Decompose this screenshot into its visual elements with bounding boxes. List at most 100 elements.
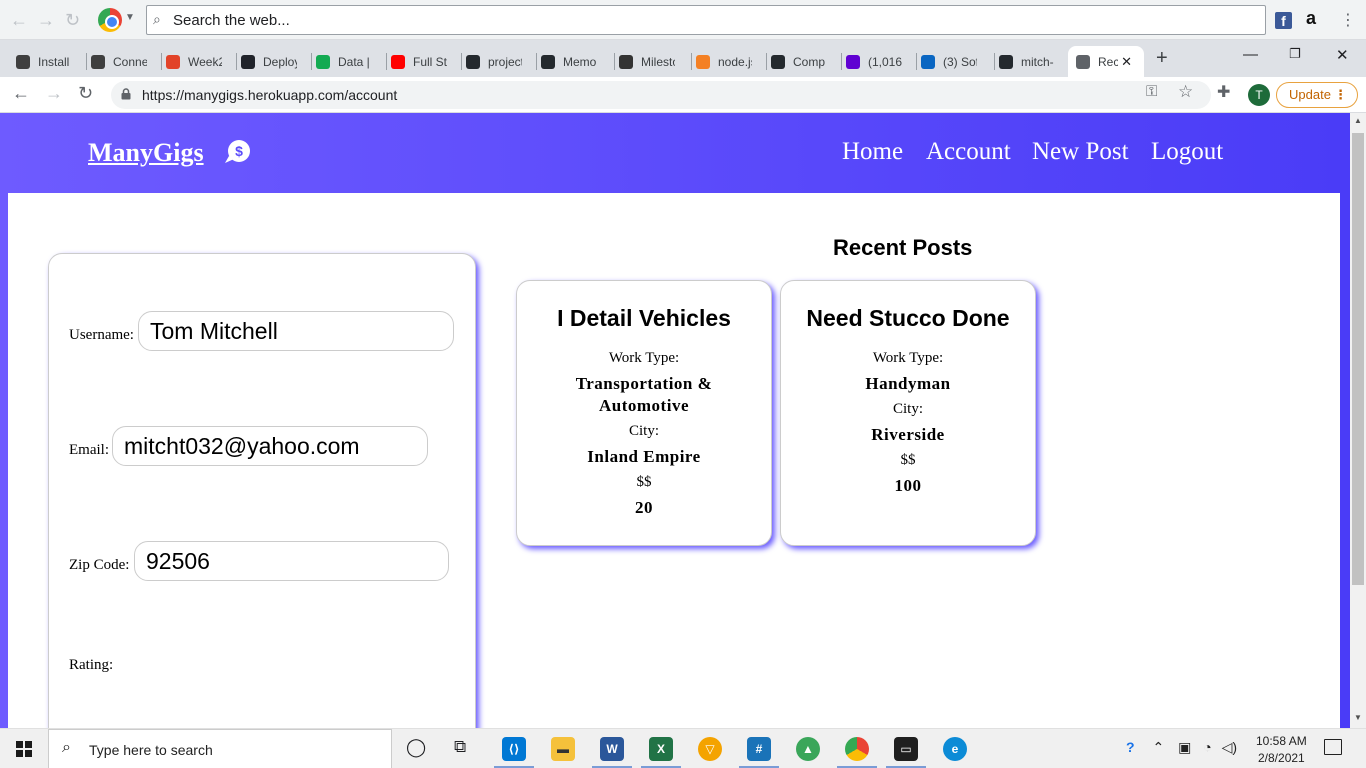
tab-7[interactable]: Memo: [537, 46, 615, 77]
tab-5[interactable]: Full Sta: [387, 46, 462, 77]
tab-4[interactable]: Data |: [312, 46, 387, 77]
clock-time[interactable]: 10:58 AM: [1256, 734, 1307, 748]
wifi-icon[interactable]: ◔: [1203, 739, 1211, 755]
nav-account[interactable]: Account: [926, 138, 1011, 166]
terminal-icon[interactable]: ▭: [894, 737, 918, 761]
post-card[interactable]: Need Stucco Done Work Type: Handyman Cit…: [780, 280, 1036, 546]
tab-11[interactable]: (1,016: [842, 46, 917, 77]
word-icon[interactable]: W: [600, 737, 624, 761]
tab-6[interactable]: project: [462, 46, 537, 77]
post-card[interactable]: I Detail Vehicles Work Type: Transportat…: [516, 280, 772, 546]
vpn-shield-icon[interactable]: ▽: [698, 737, 722, 761]
chevron-up-icon[interactable]: ⌃: [1152, 739, 1164, 755]
omnibox[interactable]: https://manygigs.herokuapp.com/account: [111, 81, 1211, 109]
update-button[interactable]: Update ⋮: [1276, 82, 1358, 108]
email-label: Email:: [69, 442, 109, 458]
work-type-label: Work Type:: [872, 350, 944, 366]
profile-avatar[interactable]: T: [1248, 84, 1270, 106]
new-tab-button[interactable]: +: [1156, 47, 1168, 70]
nav-new-post[interactable]: New Post: [1032, 138, 1129, 166]
task-view-icon[interactable]: ⧉: [454, 737, 466, 757]
bookmark-star-icon[interactable]: ☆: [1178, 82, 1193, 102]
scroll-up-arrow-icon[interactable]: ▲: [1354, 116, 1362, 125]
volume-icon[interactable]: ◁): [1222, 739, 1237, 755]
tab-2[interactable]: Week2: [162, 46, 237, 77]
tab-11-icon: [846, 54, 860, 69]
tab-1[interactable]: Conne: [87, 46, 162, 77]
robot-app-icon[interactable]: ▲: [796, 737, 820, 761]
toolbar-menu-icon[interactable]: ⋮: [1340, 10, 1356, 30]
tab-13-label: mitch-: [1021, 54, 1054, 69]
email-field[interactable]: mitcht032@yahoo.com: [112, 426, 428, 466]
key-icon[interactable]: ⚿: [1146, 83, 1157, 100]
zip-code-label: Zip Code:: [69, 557, 130, 573]
windows-start-icon[interactable]: [16, 741, 32, 757]
recent-posts-title: Recent Posts: [833, 235, 973, 260]
back-icon[interactable]: ←: [12, 83, 30, 104]
tab-active[interactable]: Rec ✕: [1068, 46, 1144, 77]
tab-12[interactable]: (3) Sof: [917, 46, 995, 77]
file-explorer-icon[interactable]: ▬: [551, 737, 575, 761]
tab-13-icon: [999, 54, 1013, 69]
forward-icon[interactable]: →: [45, 83, 63, 104]
tab-13[interactable]: mitch-: [995, 46, 1067, 77]
search-icon: ⌕: [153, 11, 161, 27]
tab-3[interactable]: Deploy: [237, 46, 312, 77]
slack-icon[interactable]: #: [747, 737, 771, 761]
username-field[interactable]: Tom Mitchell: [138, 311, 454, 351]
chevron-down-icon[interactable]: ▼: [125, 12, 135, 23]
tab-9[interactable]: node.js: [692, 46, 767, 77]
toolbar-forward-icon[interactable]: →: [37, 10, 55, 31]
scrollbar-thumb[interactable]: [1352, 133, 1364, 585]
system-tray: ? ⌃ ▣ ◔ ◁): [1126, 739, 1237, 756]
help-icon[interactable]: ?: [1126, 739, 1135, 755]
excel-icon[interactable]: X: [649, 737, 673, 761]
chrome-icon[interactable]: [845, 737, 869, 761]
amazon-icon[interactable]: a: [1306, 8, 1316, 29]
edge-icon[interactable]: e: [943, 737, 967, 761]
city-label: City:: [628, 423, 659, 439]
device-icon[interactable]: ▣: [1178, 739, 1191, 755]
address-toolbar: ← → ↻ https://manygigs.herokuapp.com/acc…: [0, 77, 1366, 113]
vscode-icon[interactable]: ⟨⟩: [502, 737, 526, 761]
rating-label: Rating:: [69, 657, 114, 673]
tab-close-icon[interactable]: ✕: [1121, 54, 1132, 70]
page-scrollbar[interactable]: ▲ ▼: [1350, 113, 1366, 728]
price-value: 100: [894, 476, 922, 495]
minimize-button[interactable]: —: [1243, 46, 1258, 63]
svg-text:$: $: [235, 143, 243, 159]
tab-8-icon: [619, 54, 633, 69]
web-search-input[interactable]: ⌕ Search the web...: [146, 5, 1266, 35]
web-search-placeholder: Search the web...: [173, 12, 290, 29]
restore-button[interactable]: ❐: [1289, 46, 1301, 62]
toolbar-back-icon[interactable]: ←: [10, 10, 28, 31]
tab-9-label: node.js: [718, 54, 752, 69]
scroll-down-arrow-icon[interactable]: ▼: [1354, 713, 1362, 722]
reload-icon[interactable]: ↻: [78, 83, 93, 104]
zip-code-field[interactable]: 92506: [134, 541, 449, 581]
site-header: ManyGigs $ Home Account New Post Logout: [0, 113, 1350, 193]
cortana-icon[interactable]: ◯: [406, 737, 426, 758]
brand-logo-link[interactable]: ManyGigs: [88, 138, 204, 168]
close-window-button[interactable]: ✕: [1336, 46, 1349, 64]
clock-date[interactable]: 2/8/2021: [1258, 751, 1305, 765]
tab-0[interactable]: Install: [12, 46, 87, 77]
tab-10[interactable]: Comp: [767, 46, 842, 77]
tab-12-label: (3) Sof: [943, 54, 977, 69]
update-button-label: Update: [1289, 87, 1331, 102]
city-label: City:: [892, 401, 923, 417]
tab-2-icon: [166, 54, 180, 69]
toolbar-reload-icon[interactable]: ↻: [65, 10, 80, 31]
facebook-icon[interactable]: f: [1275, 12, 1292, 29]
taskbar-search-box[interactable]: ⌕ Type here to search: [48, 729, 392, 768]
tab-8[interactable]: Milesto: [615, 46, 692, 77]
nav-logout[interactable]: Logout: [1151, 138, 1223, 166]
nav-home[interactable]: Home: [842, 138, 903, 166]
price-label: $$: [636, 474, 652, 490]
notification-center-icon[interactable]: [1324, 739, 1342, 755]
tab-1-label: Conne: [113, 54, 147, 69]
chrome-logo-icon[interactable]: [98, 8, 122, 32]
tab-4-label: Data |: [338, 54, 370, 69]
tab-9-icon: [696, 54, 710, 69]
extensions-puzzle-icon[interactable]: ✚: [1217, 82, 1230, 102]
